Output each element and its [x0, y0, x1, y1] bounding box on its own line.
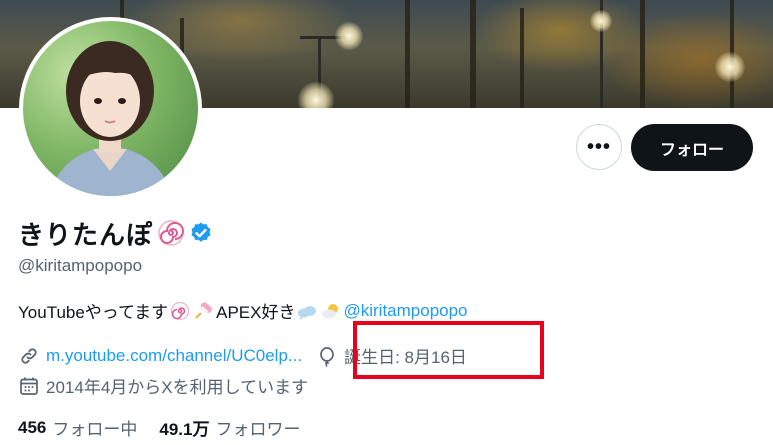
cloud-icon [296, 301, 318, 321]
calendar-icon [18, 375, 40, 397]
profile-bio: YouTubeやってます APEX好き @kiritampopopo [18, 298, 468, 323]
follow-stats: 456 フォロー中 49.1万 フォロワー [18, 415, 300, 440]
follow-button[interactable]: フォロー [631, 124, 753, 171]
balloon-icon [316, 345, 338, 367]
name-row: きりたんぽ [18, 215, 213, 251]
follow-button-label: フォロー [659, 141, 724, 159]
more-options-button[interactable]: ••• [576, 124, 622, 170]
link-icon [18, 345, 40, 367]
profile-avatar[interactable] [19, 17, 202, 200]
following-stat[interactable]: 456 フォロー中 [18, 415, 137, 440]
following-label: フォロー中 [52, 420, 138, 439]
verified-badge-icon[interactable] [189, 221, 213, 245]
naruto-swirl-icon [169, 301, 191, 321]
candy-icon [193, 301, 215, 321]
joined-date-text: 2014年4月からXを利用しています [46, 378, 309, 397]
followers-stat[interactable]: 49.1万 フォロワー [159, 415, 300, 440]
birthday-text: 誕生日: 8月16日 [344, 348, 467, 367]
naruto-swirl-icon [157, 219, 185, 247]
following-count: 456 [18, 417, 47, 437]
birthday-item: 誕生日: 8月16日 [316, 343, 467, 368]
bio-text-apex: APEX好き [216, 303, 296, 322]
display-name: きりたんぽ [18, 219, 154, 250]
profile-meta-row-2: 2014年4月からXを利用しています [18, 373, 308, 398]
followers-label: フォロワー [215, 420, 301, 439]
cloud-sun-icon [320, 301, 342, 321]
followers-count: 49.1万 [159, 420, 210, 439]
bio-mention-link[interactable]: @kiritampopopo [343, 301, 467, 321]
profile-meta-row-1: m.youtube.com/channel/UC0elp... 誕生日: 8月1… [18, 343, 467, 368]
ellipsis-icon: ••• [586, 135, 611, 158]
website-link[interactable]: m.youtube.com/channel/UC0elp... [46, 346, 302, 366]
profile-handle: @kiritampopopo [18, 256, 143, 275]
bio-text-youtube: YouTubeやってます [18, 303, 169, 322]
